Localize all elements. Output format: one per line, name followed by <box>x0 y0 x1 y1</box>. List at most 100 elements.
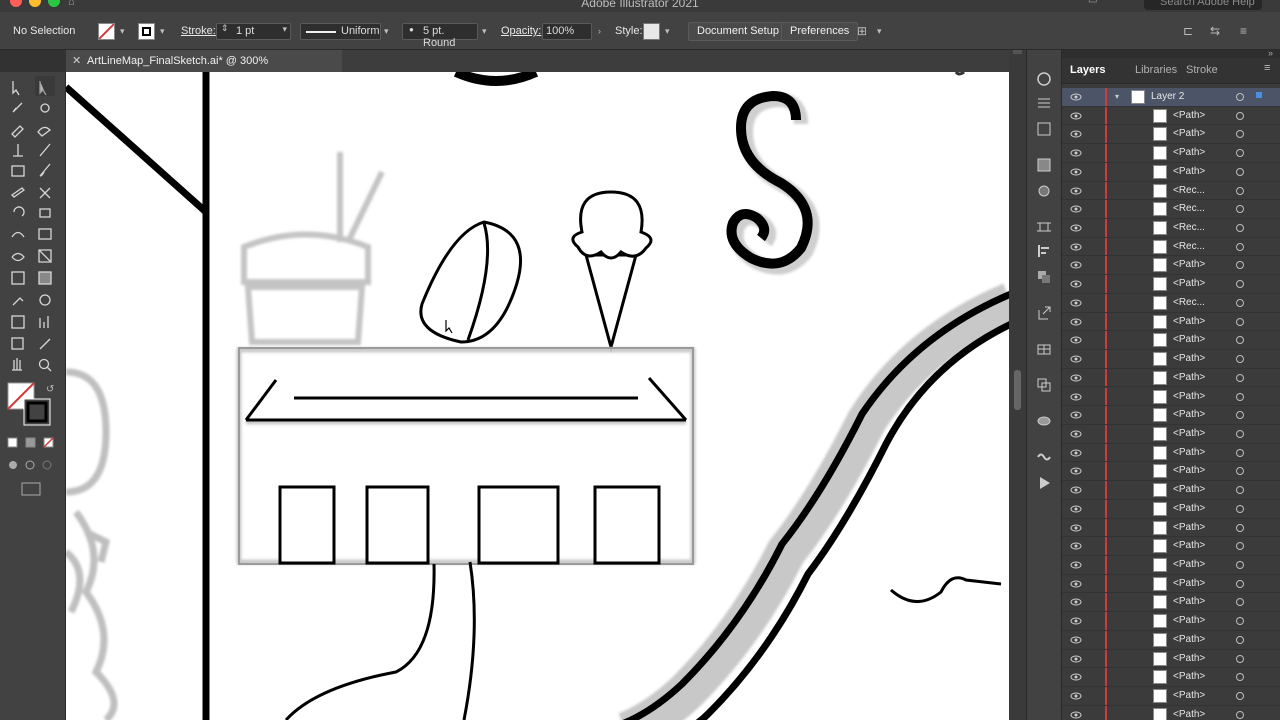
visibility-eye-icon[interactable] <box>1070 242 1082 252</box>
artboard-canvas[interactable] <box>66 72 1009 720</box>
target-circle-icon[interactable] <box>1236 392 1244 401</box>
visibility-eye-icon[interactable] <box>1070 485 1082 495</box>
opacity-arrow-icon[interactable]: › <box>598 12 601 50</box>
close-tab-icon[interactable]: ✕ <box>72 50 81 72</box>
selection-tool[interactable] <box>8 76 28 96</box>
fill-swatch[interactable] <box>98 23 115 40</box>
export-icon[interactable] <box>1035 304 1053 322</box>
visibility-eye-icon[interactable] <box>1070 260 1082 270</box>
variable-width-profile[interactable]: Uniform <box>300 23 381 40</box>
visibility-eye-icon[interactable] <box>1070 392 1082 402</box>
visibility-eye-icon[interactable] <box>1070 635 1082 645</box>
visibility-eye-icon[interactable] <box>1070 279 1082 289</box>
visibility-eye-icon[interactable] <box>1070 354 1082 364</box>
visibility-eye-icon[interactable] <box>1070 410 1082 420</box>
layer-item-row[interactable]: <Path> <box>1062 556 1280 575</box>
align-panel-icon[interactable] <box>1035 242 1053 260</box>
layer-item-row[interactable]: <Path> <box>1062 687 1280 706</box>
target-circle-icon[interactable] <box>1236 298 1244 307</box>
layer-item-row[interactable]: <Path> <box>1062 350 1280 369</box>
layer-item-row[interactable]: <Path> <box>1062 537 1280 556</box>
panel-menu-icon[interactable]: ≡ <box>1240 24 1247 38</box>
target-circle-icon[interactable] <box>1236 561 1244 569</box>
layer-item-row[interactable]: <Rec... <box>1062 181 1280 201</box>
layer-item-row[interactable]: <Path> <box>1062 593 1280 613</box>
visibility-eye-icon[interactable] <box>1070 148 1082 158</box>
appearance-icon[interactable] <box>1035 182 1053 200</box>
stepper-icon[interactable]: ⇕ <box>221 23 229 34</box>
visibility-eye-icon[interactable] <box>1070 429 1082 439</box>
visibility-eye-icon[interactable] <box>1070 691 1082 701</box>
profile-dropdown-icon[interactable]: ▾ <box>384 12 389 50</box>
help-search-input[interactable]: Search Adobe Help <box>1144 0 1262 10</box>
layer-item-row[interactable]: <Path> <box>1062 499 1280 519</box>
visibility-eye-icon[interactable] <box>1070 92 1082 102</box>
artboards-icon[interactable] <box>1035 376 1053 394</box>
chevron-down-icon[interactable]: ▾ <box>282 24 287 35</box>
stroke-dropdown-icon[interactable]: ▾ <box>160 12 165 50</box>
layer-item-row[interactable]: <Path> <box>1062 668 1280 687</box>
visibility-eye-icon[interactable] <box>1070 373 1082 383</box>
selection-square[interactable] <box>1256 92 1262 98</box>
layer-item-row[interactable]: <Path> <box>1062 462 1280 482</box>
brush-dropdown-icon[interactable]: ▾ <box>482 12 487 50</box>
canvas-scrollbar[interactable] <box>1009 50 1026 720</box>
expand-chevron-icon[interactable]: ▾ <box>1115 92 1119 101</box>
layer-item-row[interactable]: <Path> <box>1062 162 1280 182</box>
transform-icon[interactable]: ⇆ <box>1210 24 1220 38</box>
visibility-eye-icon[interactable] <box>1070 541 1082 551</box>
direct-selection-tool[interactable] <box>35 76 55 96</box>
layer-item-row[interactable]: <Path> <box>1062 518 1280 538</box>
actions-play-icon[interactable] <box>1035 474 1053 492</box>
color-guide-icon[interactable] <box>1035 70 1053 88</box>
visibility-eye-icon[interactable] <box>1070 560 1082 570</box>
target-circle-icon[interactable] <box>1236 542 1244 551</box>
target-circle-icon[interactable] <box>1236 579 1244 588</box>
arrange-icon[interactable]: ⊞ <box>857 24 867 38</box>
layer-item-row[interactable]: <Path> <box>1062 256 1280 276</box>
visibility-eye-icon[interactable] <box>1070 616 1082 626</box>
layer-item-row[interactable]: <Path> <box>1062 387 1280 407</box>
target-circle-icon[interactable] <box>1236 317 1244 326</box>
target-circle-icon[interactable] <box>1236 504 1244 513</box>
layer-item-row[interactable]: <Path> <box>1062 106 1280 126</box>
visibility-eye-icon[interactable] <box>1070 466 1082 476</box>
target-circle-icon[interactable] <box>1236 710 1244 719</box>
visibility-eye-icon[interactable] <box>1070 523 1082 533</box>
collapse-icon[interactable] <box>1013 50 1022 54</box>
layer-item-row[interactable]: <Path> <box>1062 443 1280 463</box>
target-circle-icon[interactable] <box>1236 355 1244 364</box>
graphic-style-swatch[interactable] <box>643 23 660 40</box>
stroke-label[interactable]: Stroke: <box>181 12 216 50</box>
target-circle-icon[interactable] <box>1236 224 1244 233</box>
style-dropdown-icon[interactable]: ▾ <box>665 12 670 50</box>
tab-stroke[interactable]: Stroke <box>1186 58 1218 84</box>
scroll-thumb[interactable] <box>1014 370 1021 410</box>
target-circle-icon[interactable] <box>1236 448 1244 457</box>
collapse-panel-icon[interactable]: » <box>1268 50 1273 58</box>
tab-libraries[interactable]: Libraries <box>1135 58 1177 84</box>
swatches-icon[interactable] <box>1035 156 1053 174</box>
layer-item-row[interactable]: <Rec... <box>1062 200 1280 219</box>
target-circle-icon[interactable] <box>1236 598 1244 607</box>
layer-item-row[interactable]: <Path> <box>1062 705 1280 720</box>
preferences-button[interactable]: Preferences <box>781 22 859 41</box>
target-circle-icon[interactable] <box>1236 429 1244 438</box>
layer-item-row[interactable]: <Path> <box>1062 125 1280 145</box>
target-circle-icon[interactable] <box>1236 242 1244 251</box>
target-circle-icon[interactable] <box>1236 617 1244 626</box>
visibility-eye-icon[interactable] <box>1070 504 1082 514</box>
visibility-eye-icon[interactable] <box>1070 167 1082 177</box>
layer-item-row[interactable]: <Rec... <box>1062 219 1280 238</box>
layer-item-row[interactable]: <Path> <box>1062 275 1280 294</box>
layer-item-row[interactable]: <Path> <box>1062 481 1280 500</box>
brushes-icon[interactable] <box>1035 412 1053 430</box>
arrange-documents-icon[interactable]: ▭ <box>1088 0 1097 6</box>
target-circle-icon[interactable] <box>1236 654 1244 663</box>
pathfinder-icon[interactable] <box>1035 268 1053 286</box>
target-circle-icon[interactable] <box>1236 467 1244 476</box>
visibility-eye-icon[interactable] <box>1070 448 1082 458</box>
target-circle-icon[interactable] <box>1236 93 1244 101</box>
visibility-eye-icon[interactable] <box>1070 597 1082 607</box>
target-circle-icon[interactable] <box>1236 635 1244 644</box>
